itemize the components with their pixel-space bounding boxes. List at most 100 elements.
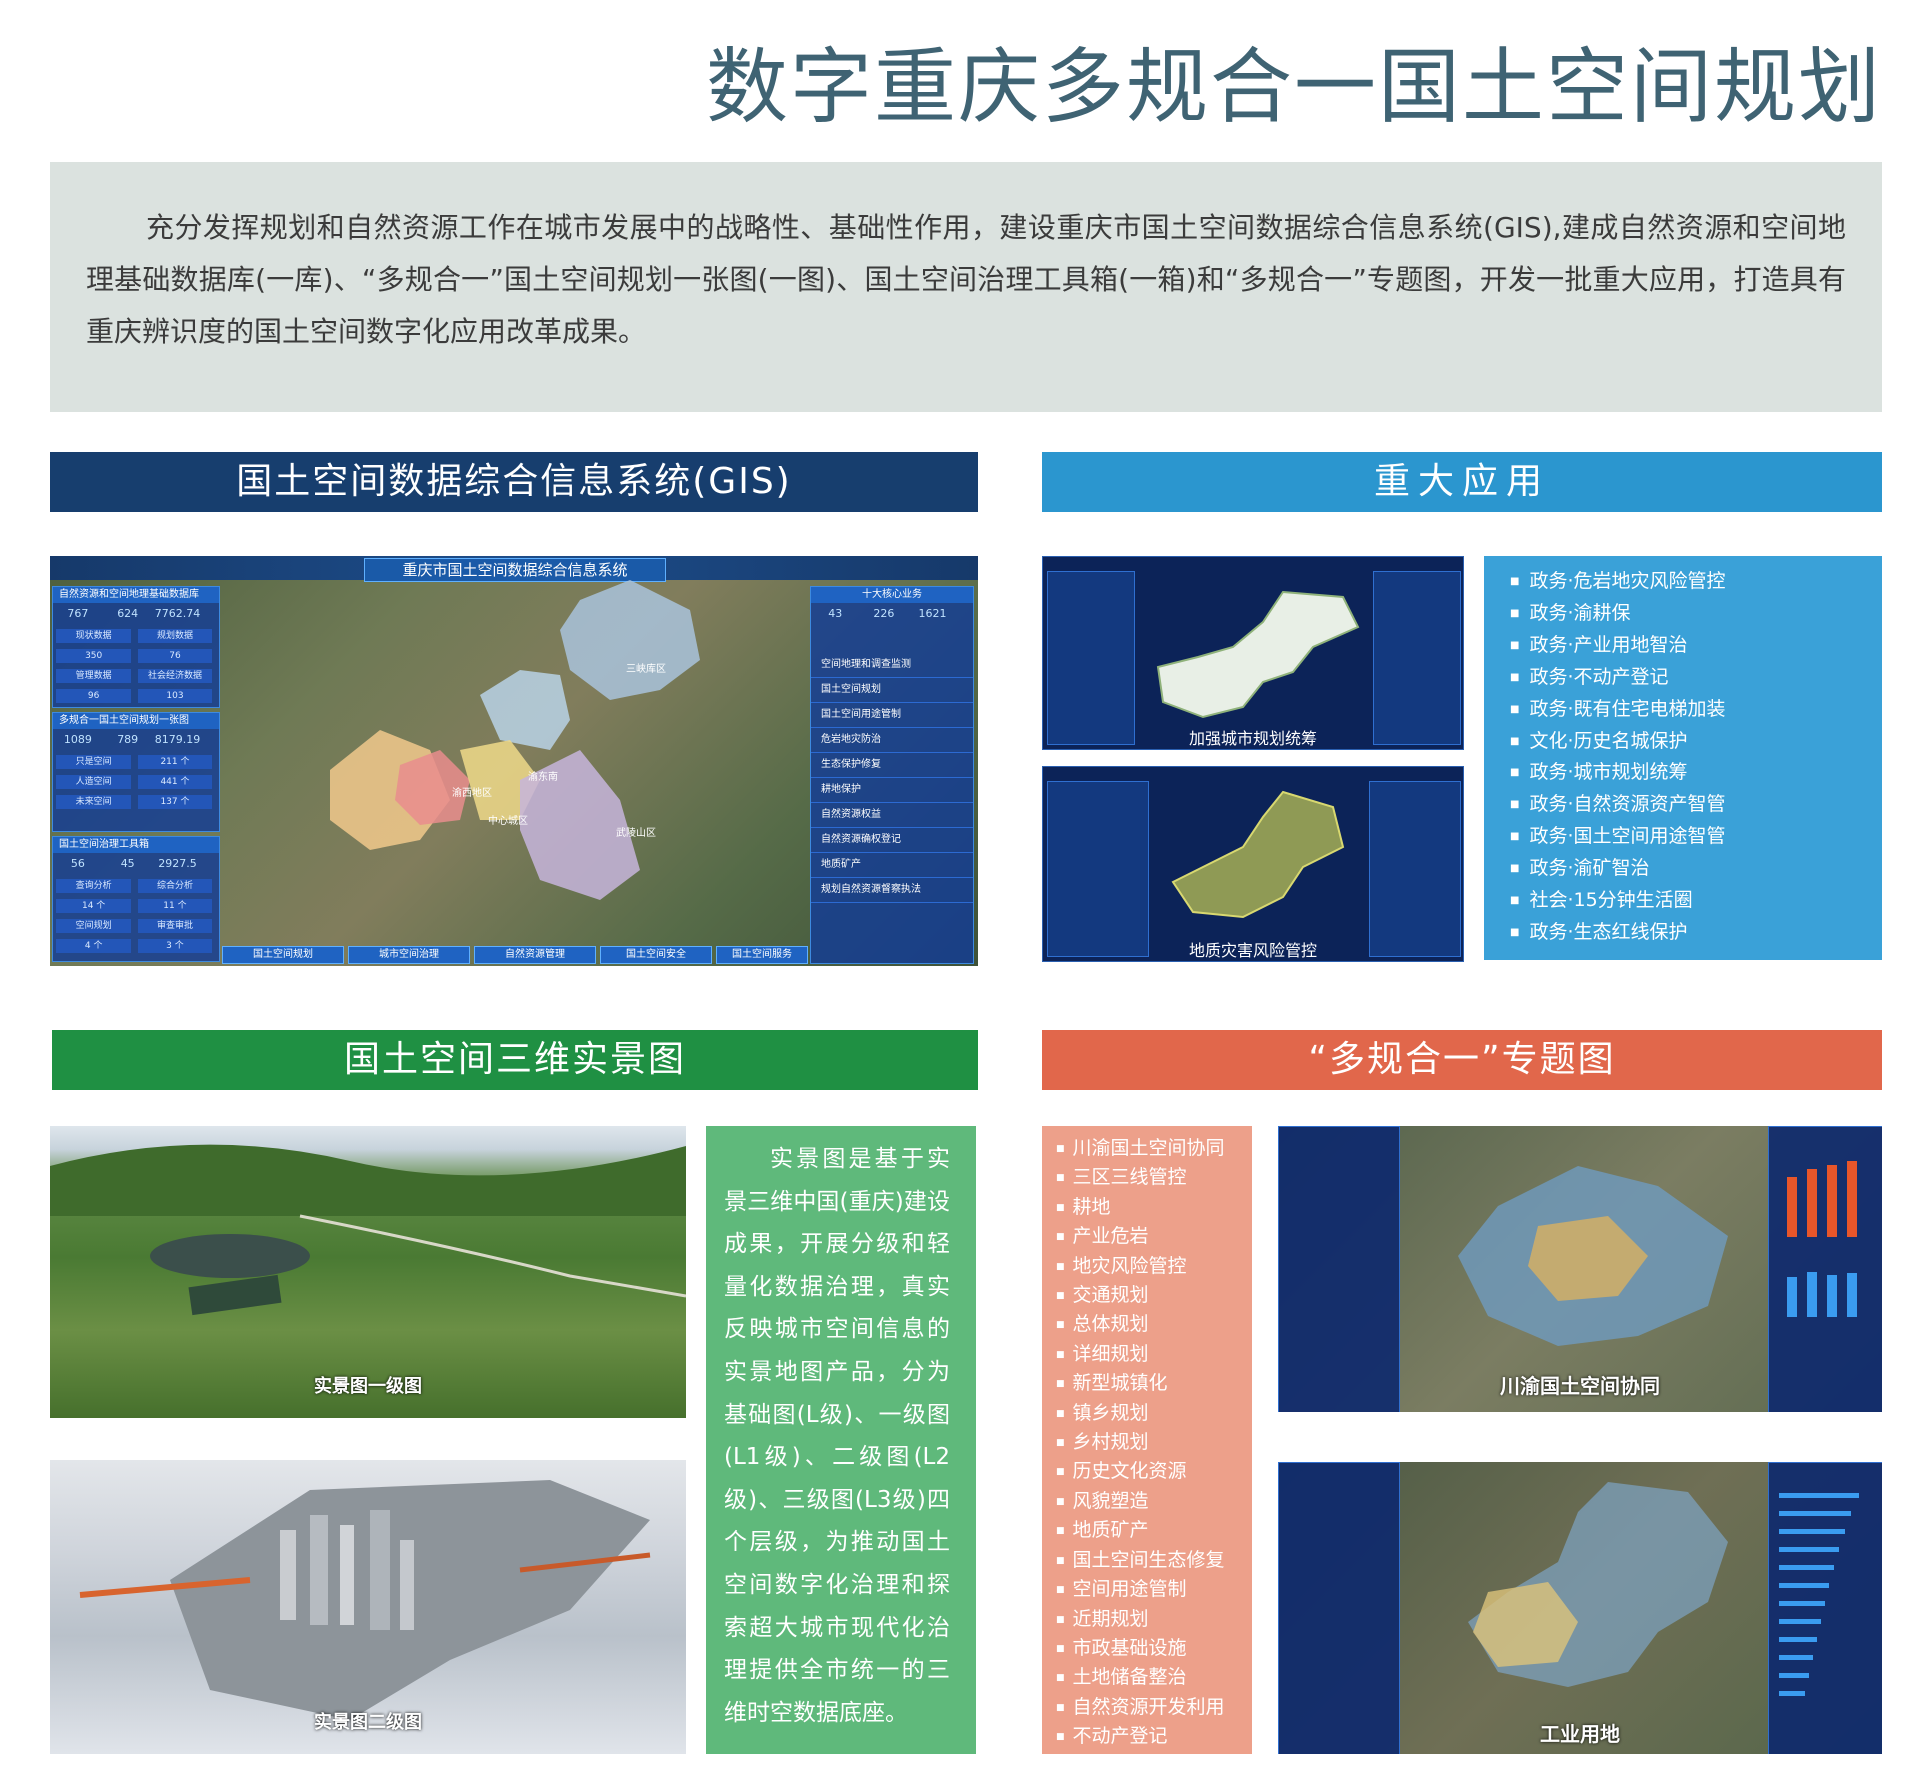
- gis-left-panel-2: 多规合一国土空间规划一张图 1089 789 8179.19 只是空间 211 个 人…: [52, 712, 220, 832]
- app-list-item: 政务·产业用地智治: [1510, 630, 1882, 662]
- mini-panel: [1047, 781, 1149, 957]
- map-region-sanxia: [560, 580, 700, 700]
- gis-system-title: 重庆市国土空间数据综合信息系统: [364, 558, 666, 582]
- mini-panel: [1369, 781, 1461, 957]
- topic-list-item: 近期规划: [1056, 1605, 1252, 1634]
- topic-list-item: 不动产登记: [1056, 1722, 1252, 1751]
- topic-list-item: 三区三线管控: [1056, 1163, 1252, 1192]
- map-label: 渝西地区: [452, 788, 492, 799]
- gis-screenshot: 重庆市国土空间数据综合信息系统 三峡库区 渝西地区 中心城区 渝东南 武陵山区 …: [50, 556, 978, 966]
- panel-head: 多规合一国土空间规划一张图: [53, 713, 219, 729]
- stat-value: 767: [67, 607, 89, 620]
- topic-right-panel: [1768, 1462, 1882, 1754]
- panel-cell: 96: [56, 689, 131, 703]
- app-map: [1156, 590, 1360, 719]
- bottom-tab[interactable]: 城市空间治理: [348, 946, 470, 964]
- core-business-item[interactable]: 空间地理和调查监测: [811, 653, 973, 678]
- app-list-item: 政务·不动产登记: [1510, 662, 1882, 694]
- topic-list-item: 新型城镇化: [1056, 1369, 1252, 1398]
- map-region-northeast: [480, 670, 570, 750]
- core-business-item[interactable]: 国土空间用途管制: [811, 703, 973, 728]
- panel-cell: 管理数据: [56, 669, 131, 683]
- panel-cell: 空间规划: [56, 919, 131, 933]
- topic-list-item: 交通规划: [1056, 1281, 1252, 1310]
- app-screenshot-planning: 加强城市规划统筹: [1042, 556, 1464, 750]
- panel-cell: 76: [137, 649, 213, 663]
- panel-cell: 现状数据: [56, 629, 131, 643]
- map-label: 中心城区: [488, 816, 528, 827]
- app-list-item: 政务·生态红线保护: [1510, 917, 1882, 949]
- topic-list-item: 历史文化资源: [1056, 1457, 1252, 1486]
- app-map: [1171, 790, 1345, 919]
- topic-hbar-decoration: [1779, 1493, 1859, 1696]
- intro-box: 充分发挥规划和自然资源工作在城市发展中的战略性、基础性作用，建设重庆市国土空间数…: [50, 162, 1882, 412]
- stat-value: 226: [873, 607, 895, 620]
- panel-cell: 综合分析: [137, 879, 213, 893]
- app-map-shape: [1156, 590, 1360, 719]
- panel-cell: 3 个: [137, 939, 213, 953]
- app-list-item: 政务·国土空间用途智管: [1510, 821, 1882, 853]
- realscene-image-level2: 实景图二级图: [50, 1460, 686, 1754]
- gis-right-panel: 十大核心业务 43 226 1621 空间地理和调查监测 国土空间规划 国土空间用途…: [810, 586, 974, 964]
- app-list-item: 政务·渝耕保: [1510, 598, 1882, 630]
- panel-cell: 社会经济数据: [137, 669, 213, 683]
- section-header-topic: “多规合一”专题图: [1042, 1030, 1882, 1090]
- topic-list-item: 总体规划: [1056, 1310, 1252, 1339]
- core-business-item[interactable]: 生态保护修复: [811, 753, 973, 778]
- panel-cell: 未来空间: [56, 795, 131, 809]
- panel-cell: 137 个: [137, 795, 213, 809]
- app-list-item: 文化·历史名城保护: [1510, 726, 1882, 758]
- realscene-image-level1: 实景图一级图: [50, 1126, 686, 1418]
- realscene-description: 实景图是基于实景三维中国(重庆)建设成果，开展分级和轻量化数据治理，真实反映城市…: [724, 1146, 950, 1726]
- map-label: 渝东南: [528, 772, 558, 783]
- core-business-item[interactable]: 地质矿产: [811, 853, 973, 878]
- section-header-gis: 国土空间数据综合信息系统(GIS): [50, 452, 978, 512]
- gis-map: [330, 580, 700, 900]
- bottom-tab[interactable]: 国土空间服务: [716, 946, 808, 964]
- panel-cell: 441 个: [137, 775, 213, 789]
- topic-list: 川渝国土空间协同 三区三线管控 耕地 产业危岩 地灾风险管控 交通规划 总体规划…: [1042, 1126, 1252, 1754]
- topic-list-item: 市政基础设施: [1056, 1634, 1252, 1663]
- mini-panel: [1373, 571, 1461, 745]
- topic-list-item: 国土空间生态修复: [1056, 1546, 1252, 1575]
- stat-value: 8179.19: [154, 733, 201, 746]
- bottom-tab[interactable]: 国土空间规划: [222, 946, 344, 964]
- topic-list-item: 川渝国土空间协同: [1056, 1134, 1252, 1163]
- core-business-item[interactable]: 自然资源权益: [811, 803, 973, 828]
- section-header-apps: 重大应用: [1042, 452, 1882, 512]
- topic-caption-1: 川渝国土空间协同: [1500, 1374, 1660, 1398]
- app-list-item: 政务·既有住宅电梯加装: [1510, 694, 1882, 726]
- app-list-item: 政务·自然资源资产智管: [1510, 789, 1882, 821]
- stat-value: 56: [70, 857, 85, 870]
- topic-list-item: 地灾风险管控: [1056, 1252, 1252, 1281]
- core-business-item[interactable]: 自然资源确权登记: [811, 828, 973, 853]
- bottom-tab[interactable]: 自然资源管理: [474, 946, 596, 964]
- panel-head: 十大核心业务: [811, 587, 973, 603]
- realscene-caption-2: 实景图二级图: [314, 1712, 422, 1733]
- panel-head: 自然资源和空间地理基础数据库: [53, 587, 219, 603]
- core-business-item[interactable]: 危岩地灾防治: [811, 728, 973, 753]
- core-business-item[interactable]: 国土空间规划: [811, 678, 973, 703]
- panel-cell: 350: [56, 649, 131, 663]
- core-business-item[interactable]: 耕地保护: [811, 778, 973, 803]
- stat-value: 624: [117, 607, 139, 620]
- panel-head: 国土空间治理工具箱: [53, 837, 219, 853]
- core-business-item[interactable]: 规划自然资源督察执法: [811, 878, 973, 903]
- panel-cell: 查询分析: [56, 879, 131, 893]
- app-list: 政务·危岩地灾风险管控 政务·渝耕保 政务·产业用地智治 政务·不动产登记 政务…: [1484, 556, 1882, 960]
- stat-value: 789: [117, 733, 139, 746]
- app-list-item: 政务·渝矿智治: [1510, 853, 1882, 885]
- app-list-item: 社会·15分钟生活圈: [1510, 885, 1882, 917]
- topic-map: [1458, 1166, 1728, 1346]
- topic-list-item: 自然资源开发利用: [1056, 1693, 1252, 1722]
- app-list-item: 政务·城市规划统筹: [1510, 757, 1882, 789]
- map-label: 武陵山区: [616, 828, 656, 839]
- app-screenshot-disaster: 地质灾害风险管控: [1042, 766, 1464, 962]
- topic-left-panel: [1278, 1462, 1400, 1754]
- gis-left-panel-1: 自然资源和空间地理基础数据库 767 624 7762.74 现状数据 规划数据 35…: [52, 586, 220, 708]
- topic-list-item: 土地储备整治: [1056, 1663, 1252, 1692]
- bottom-tab[interactable]: 国土空间安全: [600, 946, 712, 964]
- panel-cell: 11 个: [137, 899, 213, 913]
- topic-list-item: 产业危岩: [1056, 1222, 1252, 1251]
- panel-cell: 只是空间: [56, 755, 131, 769]
